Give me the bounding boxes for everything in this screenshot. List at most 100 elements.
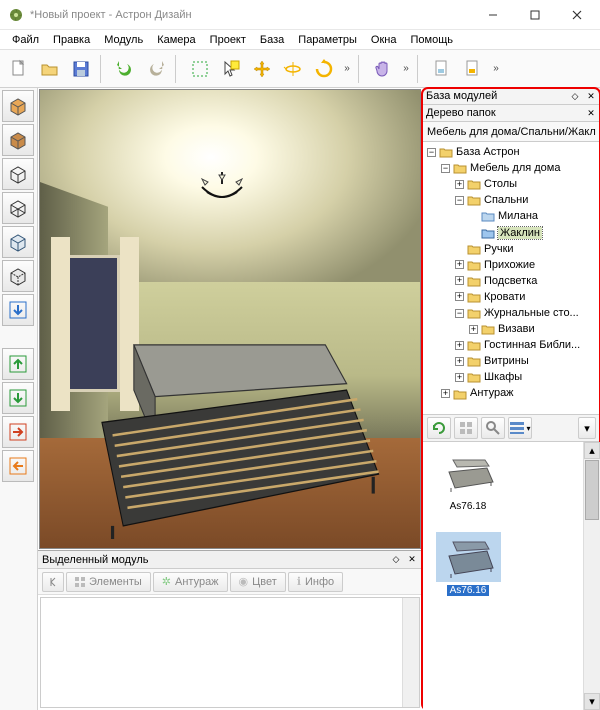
tab-collapse-button[interactable] (42, 572, 64, 592)
tree-node[interactable]: Подсветка (484, 275, 537, 287)
rotate-button[interactable] (309, 54, 339, 84)
expand-icon[interactable]: + (441, 389, 450, 398)
menu-module[interactable]: Модуль (98, 32, 149, 48)
select-rect-button[interactable] (185, 54, 215, 84)
box-hidden-icon[interactable] (2, 260, 34, 292)
expand-icon[interactable]: + (469, 325, 478, 334)
doc-b-button[interactable] (458, 54, 488, 84)
folder-tree[interactable]: −База Астрон −Мебель для дома +Столы −Сп… (423, 142, 600, 414)
expand-icon[interactable]: + (455, 260, 464, 269)
close-icon[interactable]: ✕ (585, 107, 597, 119)
box-wire2-icon[interactable] (2, 192, 34, 224)
app-icon (8, 7, 24, 23)
view-mode-button[interactable]: ▾ (508, 417, 532, 439)
box-solid-icon[interactable] (2, 90, 34, 122)
pin-icon[interactable]: ◇ (569, 90, 581, 102)
view-grid-button[interactable] (454, 417, 478, 439)
collapse-icon[interactable]: − (441, 164, 450, 173)
tree-node[interactable]: Антураж (470, 388, 514, 400)
save-button[interactable] (66, 54, 96, 84)
arrow-right-red-icon[interactable] (2, 416, 34, 448)
tree-node[interactable]: Гостинная Библи... (484, 339, 580, 351)
expand-icon[interactable]: + (455, 373, 464, 382)
close-icon[interactable]: ✕ (406, 554, 418, 566)
chevron-down-icon[interactable]: ▾ (578, 417, 596, 439)
maximize-button[interactable] (514, 1, 556, 29)
thumbnail-item[interactable]: As76.18 (431, 448, 505, 512)
expand-icon[interactable]: + (455, 276, 464, 285)
expand-icon[interactable]: + (455, 292, 464, 301)
tree-node[interactable]: База Астрон (456, 146, 520, 158)
tree-node[interactable]: Витрины (484, 355, 529, 367)
tree-node[interactable]: Визави (498, 323, 535, 335)
thumbnail-label: As76.18 (450, 501, 487, 512)
menu-camera[interactable]: Камера (151, 32, 201, 48)
doc-a-button[interactable] (427, 54, 457, 84)
close-icon[interactable]: ✕ (585, 90, 597, 102)
close-button[interactable] (556, 1, 598, 29)
minimize-button[interactable] (472, 1, 514, 29)
panel-header: База модулей ◇ ✕ (423, 88, 600, 105)
collapse-icon[interactable]: − (455, 196, 464, 205)
scroll-up-icon[interactable]: ▴ (584, 442, 600, 459)
tree-header: Дерево папок ✕ (423, 105, 600, 122)
cursor-button[interactable] (216, 54, 246, 84)
folder-icon (467, 307, 481, 319)
menu-params[interactable]: Параметры (292, 32, 363, 48)
breadcrumb[interactable]: Мебель для дома/Спальни/Жакл (423, 122, 600, 142)
3d-viewport[interactable] (39, 89, 421, 549)
arrow-up-green-icon[interactable] (2, 348, 34, 380)
undo-button[interactable] (110, 54, 140, 84)
menu-windows[interactable]: Окна (365, 32, 403, 48)
tree-node-selected[interactable]: Жаклин (498, 227, 542, 239)
menu-project[interactable]: Проект (204, 32, 252, 48)
tree-node[interactable]: Мебель для дома (470, 162, 560, 174)
arrow-down-blue-icon[interactable] (2, 294, 34, 326)
expand-icon[interactable]: + (455, 341, 464, 350)
menu-edit[interactable]: Правка (47, 32, 96, 48)
tree-node[interactable]: Спальни (484, 194, 528, 206)
tab-info[interactable]: ℹИнфо (288, 572, 343, 592)
tree-node[interactable]: Журнальные сто... (484, 307, 579, 319)
scroll-thumb[interactable] (585, 460, 599, 520)
open-button[interactable] (35, 54, 65, 84)
arrow-left-orange-icon[interactable] (2, 450, 34, 482)
tab-entourage[interactable]: ✲Антураж (153, 572, 228, 592)
toolbar-overflow[interactable]: » (399, 63, 413, 74)
tab-color[interactable]: ◉Цвет (230, 572, 286, 592)
rotate-axis-button[interactable] (278, 54, 308, 84)
menu-base[interactable]: База (254, 32, 290, 48)
toolbar-overflow[interactable]: » (340, 63, 354, 74)
arrow-down-green-icon[interactable] (2, 382, 34, 414)
collapse-icon[interactable]: − (427, 148, 436, 157)
expand-icon[interactable]: + (455, 357, 464, 366)
tree-node[interactable]: Кровати (484, 291, 525, 303)
box-wood-icon[interactable] (2, 124, 34, 156)
new-button[interactable] (4, 54, 34, 84)
scrollbar[interactable]: ▴ ▾ (583, 442, 600, 710)
menu-file[interactable]: Файл (6, 32, 45, 48)
folder-icon (467, 178, 481, 190)
expand-icon[interactable]: + (455, 180, 464, 189)
move-button[interactable] (247, 54, 277, 84)
panel-title: База модулей (426, 90, 497, 102)
scrollbar[interactable] (402, 598, 419, 707)
tree-node[interactable]: Прихожие (484, 259, 535, 271)
collapse-icon[interactable]: − (455, 309, 464, 318)
scroll-down-icon[interactable]: ▾ (584, 693, 600, 710)
box-wire-icon[interactable] (2, 158, 34, 190)
tree-node[interactable]: Столы (484, 178, 517, 190)
hand-button[interactable] (368, 54, 398, 84)
redo-button[interactable] (141, 54, 171, 84)
tree-node[interactable]: Милана (498, 210, 538, 222)
menu-help[interactable]: Помощь (404, 32, 459, 48)
thumbnail-item-selected[interactable]: As76.16 (431, 532, 505, 596)
refresh-button[interactable] (427, 417, 451, 439)
tree-node[interactable]: Ручки (484, 243, 514, 255)
tree-node[interactable]: Шкафы (484, 371, 522, 383)
toolbar-overflow[interactable]: » (489, 63, 503, 74)
pin-icon[interactable]: ◇ (390, 554, 402, 566)
search-button[interactable] (481, 417, 505, 439)
tab-elements[interactable]: Элементы (66, 572, 151, 592)
box-transparent-icon[interactable] (2, 226, 34, 258)
